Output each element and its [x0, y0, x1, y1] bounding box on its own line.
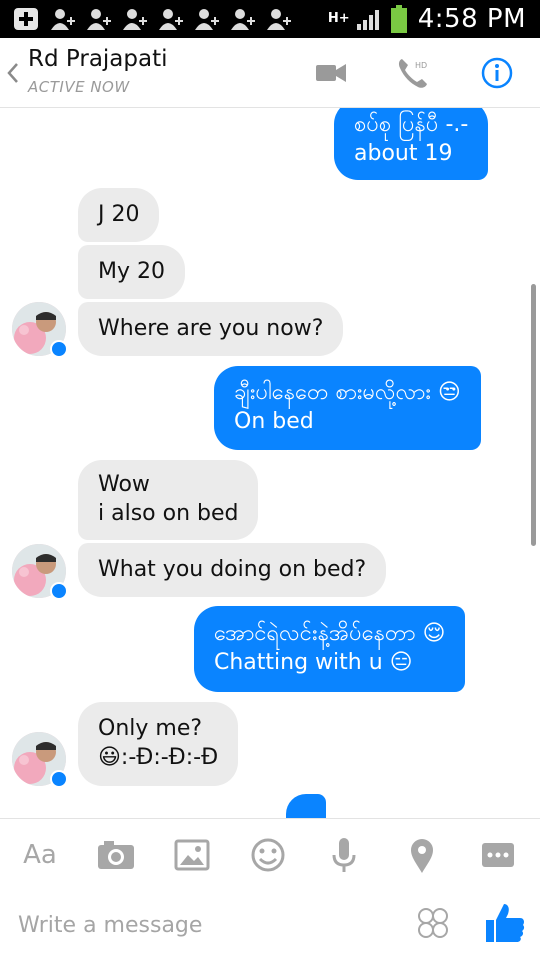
back-chevron-icon[interactable] [4, 58, 22, 88]
contact-notification-icon [231, 9, 255, 30]
notification-icons [12, 6, 292, 32]
phone-hd-icon[interactable]: HD [396, 56, 430, 90]
text-format-button[interactable]: Aa [20, 835, 60, 875]
contact-name[interactable]: Rd Prajapati [28, 46, 168, 72]
message-incoming[interactable]: My 20 [78, 245, 185, 299]
message-outgoing[interactable]: ချီးပါနေတေ စားမလို့လား 😒 On bed [214, 366, 481, 450]
contact-notification-icon [51, 9, 75, 30]
hd-badge: HD [415, 61, 427, 70]
status-bar: H+ 4:58 PM [0, 0, 540, 38]
sticker-icon[interactable] [416, 906, 450, 940]
gallery-icon[interactable] [172, 835, 212, 875]
emoji-icon[interactable] [248, 835, 288, 875]
camera-icon[interactable] [96, 835, 136, 875]
message-outgoing[interactable] [286, 794, 326, 818]
network-type: H+ [327, 11, 350, 26]
conversation-header: Rd Prajapati ACTIVE NOW HD [0, 38, 540, 108]
message-outgoing[interactable]: စပ်စု ပြန်ပီ -.- about 19 [334, 108, 489, 180]
status-indicators: H+ 4:58 PM [328, 2, 526, 36]
more-icon[interactable] [478, 835, 518, 875]
contact-notification-icon [195, 9, 219, 30]
contact-notification-icon [87, 9, 111, 30]
video-camera-icon[interactable] [314, 56, 348, 90]
battery-icon [390, 5, 407, 33]
contact-notification-icon [123, 9, 147, 30]
messenger-badge-icon [50, 582, 68, 600]
message-incoming[interactable]: Wow i also on bed [78, 460, 259, 540]
composer-toolbar: Aa [0, 818, 540, 890]
clock: 4:58 PM [417, 4, 526, 34]
messenger-badge-icon [50, 340, 68, 358]
signal-icon [356, 10, 379, 30]
active-status: ACTIVE NOW [28, 78, 130, 96]
messenger-badge-icon [50, 770, 68, 788]
info-icon[interactable] [480, 56, 514, 90]
message-incoming[interactable]: Where are you now? [78, 302, 344, 356]
contact-notification-icon [267, 9, 291, 30]
contact-notification-icon [159, 9, 183, 30]
message-incoming[interactable]: Only me? 😃:-Ð:-Ð:-Ð [78, 702, 239, 786]
message-input[interactable] [18, 908, 398, 942]
microphone-icon[interactable] [324, 835, 364, 875]
add-notification-icon [14, 8, 38, 30]
chat-scrollbar[interactable] [531, 284, 536, 546]
message-composer [0, 890, 540, 960]
like-thumb-icon[interactable] [484, 900, 526, 946]
message-list[interactable]: စပ်စု ပြန်ပီ -.- about 19 J 20 My 20 Whe… [0, 108, 540, 818]
location-icon[interactable] [402, 835, 442, 875]
message-incoming[interactable]: What you doing on bed? [78, 543, 387, 597]
message-outgoing[interactable]: အောင်ရဲလင်းနဲ့အိပ်နေတာ 😌 Chatting with u… [194, 606, 466, 692]
message-incoming[interactable]: J 20 [78, 188, 160, 242]
